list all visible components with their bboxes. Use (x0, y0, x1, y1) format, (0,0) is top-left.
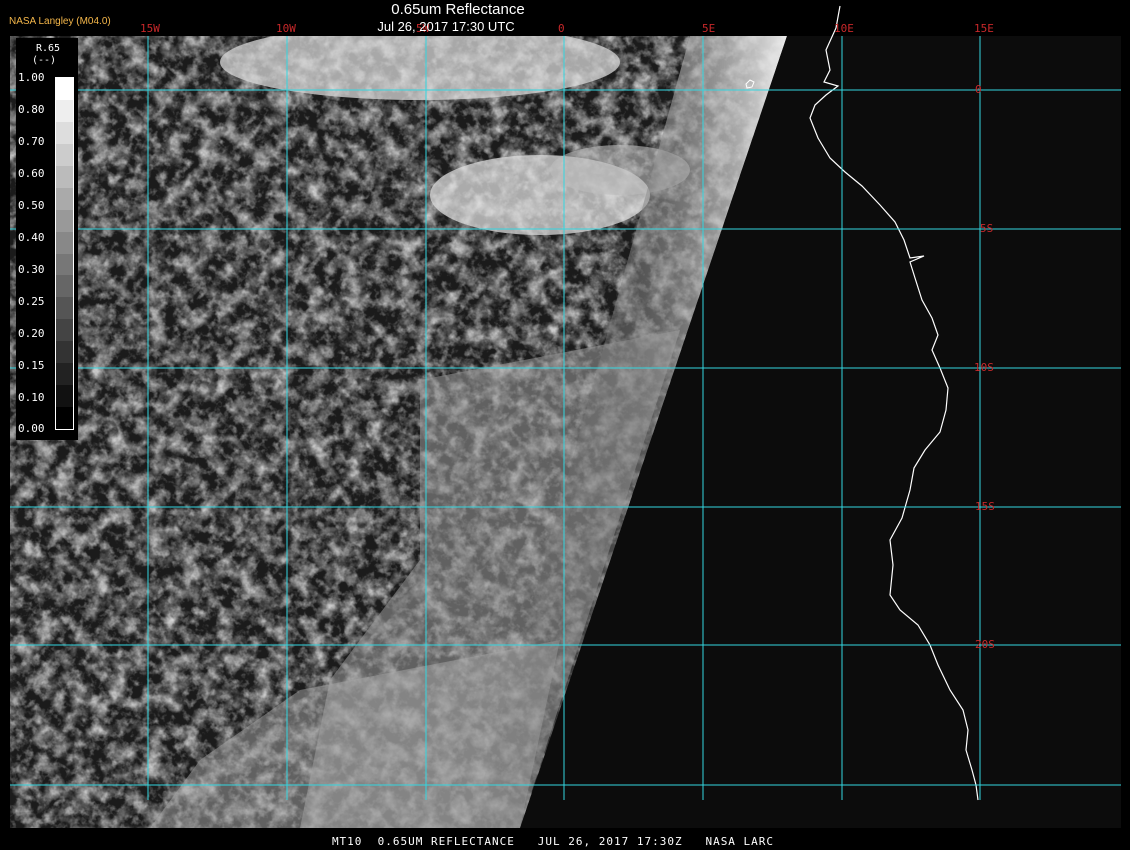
legend-swatch (56, 143, 73, 166)
legend-swatch (56, 385, 73, 408)
legend-swatch (56, 78, 73, 100)
latitude-label: 5S (980, 222, 994, 235)
footer-caption: MT10 0.65UM REFLECTANCE JUL 26, 2017 17:… (331, 835, 775, 848)
legend-tick-label: 0.25 (18, 295, 45, 308)
color-legend: R.65 (--) 1.00 0.80 0.70 0.60 0.50 0.40 0.30 0.… (16, 38, 78, 440)
legend-tick-label: 0.80 (18, 103, 45, 116)
satellite-image-viewer: 15W 10W 5W 0 5E 10E 15E 0 5S 10S 15S 20S 0.65um Re… (0, 0, 1130, 850)
legend-swatch (56, 231, 73, 254)
reflectance-map (10, 5, 1121, 828)
legend-swatch (56, 275, 73, 298)
legend-variable: R.65 (36, 43, 61, 54)
latitude-label: 20S (975, 638, 995, 651)
image-timestamp: Jul 26, 2017 17:30 UTC (377, 19, 515, 34)
legend-tick-label: 0.70 (18, 135, 45, 148)
legend-swatch (56, 99, 73, 122)
legend-tick-label: 0.60 (18, 167, 45, 180)
brand-label: NASA Langley (M04.0) (9, 16, 111, 27)
legend-swatch (56, 187, 73, 210)
legend-swatch (56, 297, 73, 320)
legend-tick-label: 0.00 (18, 422, 45, 435)
legend-tick-label: 0.30 (18, 263, 45, 276)
longitude-label: 15E (974, 22, 994, 35)
legend-swatch (56, 121, 73, 144)
image-title: 0.65um Reflectance (391, 1, 525, 18)
legend-tick-label: 1.00 (18, 71, 45, 84)
legend-unit: (--) (32, 55, 57, 66)
latitude-label: 0 (975, 83, 982, 96)
legend-swatch (56, 363, 73, 386)
legend-swatch (56, 341, 73, 364)
legend-swatch (56, 319, 73, 342)
legend-tick-label: 0.50 (18, 199, 45, 212)
legend-color-scale (55, 77, 74, 430)
latitude-label: 10S (974, 361, 994, 374)
legend-tick-label: 0.40 (18, 231, 45, 244)
cloud-bank-north (220, 36, 620, 100)
legend-swatch (56, 165, 73, 188)
legend-tick-label: 0.10 (18, 391, 45, 404)
legend-swatch (56, 407, 73, 429)
legend-tick-label: 0.20 (18, 327, 45, 340)
legend-swatch (56, 253, 73, 276)
latitude-label: 15S (975, 500, 995, 513)
legend-swatch (56, 209, 73, 232)
legend-tick-label: 0.15 (18, 359, 45, 372)
